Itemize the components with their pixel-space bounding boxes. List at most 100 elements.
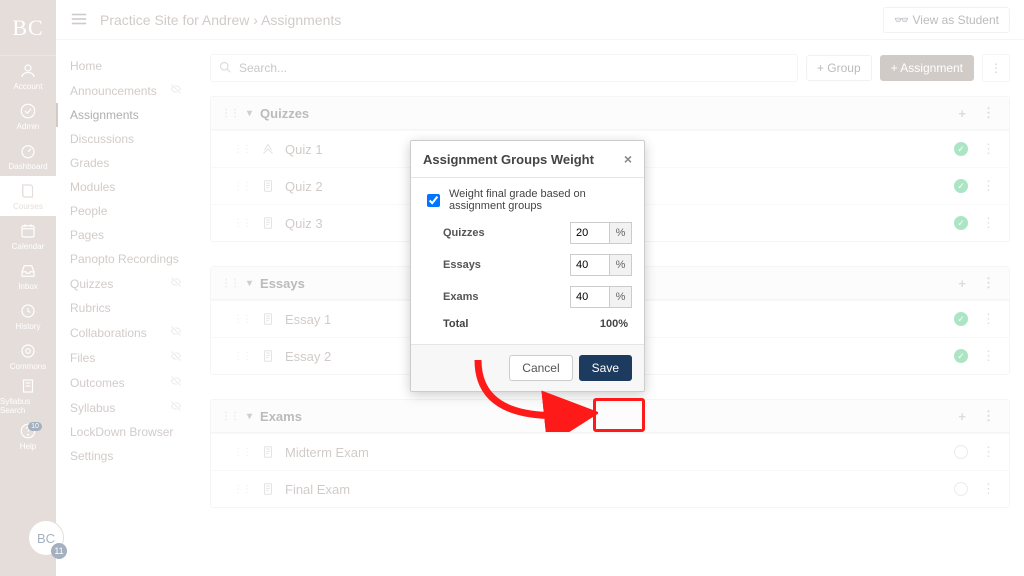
caret-down-icon[interactable]: ▾ (247, 411, 252, 422)
drag-handle-icon[interactable]: ⋮⋮ (233, 218, 251, 229)
item-menu-icon[interactable]: ⋮ (978, 215, 999, 231)
course-nav-files[interactable]: Files (56, 345, 196, 370)
add-assignment-button[interactable]: + Assignment (880, 55, 974, 81)
cancel-button[interactable]: Cancel (509, 355, 572, 381)
course-nav-pages[interactable]: Pages (56, 223, 196, 247)
assignment-link[interactable]: Essay 2 (285, 349, 331, 364)
search-input[interactable] (237, 60, 789, 76)
weight-checkbox[interactable] (427, 194, 440, 207)
history-icon (19, 302, 37, 320)
drag-handle-icon[interactable]: ⋮⋮ (221, 411, 239, 422)
assignment-link[interactable]: Midterm Exam (285, 445, 369, 460)
course-nav-panopto-recordings[interactable]: Panopto Recordings (56, 247, 196, 271)
global-nav-calendar[interactable]: Calendar (0, 216, 56, 256)
weight-input[interactable] (570, 286, 610, 308)
publish-toggle[interactable]: ✓ (954, 312, 968, 326)
add-group-button[interactable]: + Group (806, 55, 872, 81)
global-nav-commons[interactable]: Commons (0, 336, 56, 376)
weight-input[interactable] (570, 254, 610, 276)
course-nav-grades[interactable]: Grades (56, 151, 196, 175)
more-options-button[interactable]: ⋮ (982, 54, 1010, 82)
assignment-search[interactable] (210, 54, 798, 82)
course-nav-home[interactable]: Home (56, 54, 196, 78)
breadcrumb-page: Assignments (261, 12, 341, 28)
publish-toggle[interactable] (954, 445, 968, 459)
assignment-link[interactable]: Final Exam (285, 482, 350, 497)
global-nav-history[interactable]: History (0, 296, 56, 336)
view-as-student-button[interactable]: 👓 View as Student (883, 7, 1010, 33)
group-header[interactable]: ⋮⋮▾Exams+⋮ (211, 400, 1009, 433)
inbox-icon (19, 262, 37, 280)
assignment-icon (261, 179, 275, 193)
logo[interactable]: BC (0, 0, 56, 56)
drag-handle-icon[interactable]: ⋮⋮ (233, 351, 251, 362)
save-button[interactable]: Save (579, 355, 632, 381)
course-nav-assignments[interactable]: Assignments (56, 103, 196, 127)
course-nav-modules[interactable]: Modules (56, 175, 196, 199)
course-nav-settings[interactable]: Settings (56, 444, 196, 468)
add-item-icon[interactable]: + (954, 276, 970, 291)
course-nav-quizzes[interactable]: Quizzes (56, 271, 196, 296)
group-menu-icon[interactable]: ⋮ (978, 105, 999, 121)
assignment-link[interactable]: Quiz 3 (285, 216, 323, 231)
course-nav-collaborations[interactable]: Collaborations (56, 320, 196, 345)
drag-handle-icon[interactable]: ⋮⋮ (221, 108, 239, 119)
help-floating-badge[interactable]: BC 11 (28, 520, 64, 556)
global-nav-dashboard[interactable]: Dashboard (0, 136, 56, 176)
percent-label: % (610, 286, 632, 308)
group-title: Essays (260, 276, 305, 291)
item-menu-icon[interactable]: ⋮ (978, 348, 999, 364)
item-menu-icon[interactable]: ⋮ (978, 481, 999, 497)
course-nav-outcomes[interactable]: Outcomes (56, 370, 196, 395)
global-nav-syllabus-search[interactable]: Syllabus Search (0, 376, 56, 416)
publish-toggle[interactable]: ✓ (954, 349, 968, 363)
item-menu-icon[interactable]: ⋮ (978, 141, 999, 157)
course-nav-lockdown-browser[interactable]: LockDown Browser (56, 420, 196, 444)
group-menu-icon[interactable]: ⋮ (978, 275, 999, 291)
drag-handle-icon[interactable]: ⋮⋮ (233, 447, 251, 458)
course-nav-syllabus[interactable]: Syllabus (56, 395, 196, 420)
course-nav-announcements[interactable]: Announcements (56, 78, 196, 103)
publish-toggle[interactable]: ✓ (954, 216, 968, 230)
course-nav: HomeAnnouncementsAssignmentsDiscussionsG… (56, 40, 196, 576)
group-header[interactable]: ⋮⋮▾Quizzes+⋮ (211, 97, 1009, 130)
drag-handle-icon[interactable]: ⋮⋮ (233, 484, 251, 495)
weight-toggle-row[interactable]: Weight final grade based on assignment g… (423, 188, 632, 212)
add-item-icon[interactable]: + (954, 106, 970, 121)
course-nav-people[interactable]: People (56, 199, 196, 223)
global-nav-inbox[interactable]: Inbox (0, 256, 56, 296)
drag-handle-icon[interactable]: ⋮⋮ (221, 278, 239, 289)
global-nav-help[interactable]: 10Help (0, 416, 56, 456)
assignment-link[interactable]: Quiz 2 (285, 179, 323, 194)
weight-input[interactable] (570, 222, 610, 244)
item-menu-icon[interactable]: ⋮ (978, 178, 999, 194)
weight-row: Essays% (443, 254, 632, 276)
menu-toggle-icon[interactable] (70, 10, 90, 30)
item-menu-icon[interactable]: ⋮ (978, 311, 999, 327)
add-item-icon[interactable]: + (954, 409, 970, 424)
group-menu-icon[interactable]: ⋮ (978, 408, 999, 424)
drag-handle-icon[interactable]: ⋮⋮ (233, 181, 251, 192)
page-header: Practice Site for Andrew › Assignments 👓… (56, 0, 1024, 40)
course-nav-rubrics[interactable]: Rubrics (56, 296, 196, 320)
global-nav-courses[interactable]: Courses (0, 176, 56, 216)
assignment-group: ⋮⋮▾Exams+⋮⋮⋮Midterm Exam⋮⋮⋮Final Exam⋮ (210, 399, 1010, 508)
assignment-icon (261, 216, 275, 230)
close-icon[interactable]: × (624, 151, 632, 167)
publish-toggle[interactable] (954, 482, 968, 496)
commons-icon (19, 342, 37, 360)
breadcrumb-course[interactable]: Practice Site for Andrew (100, 12, 249, 28)
publish-toggle[interactable]: ✓ (954, 142, 968, 156)
publish-toggle[interactable]: ✓ (954, 179, 968, 193)
drag-handle-icon[interactable]: ⋮⋮ (233, 314, 251, 325)
course-nav-discussions[interactable]: Discussions (56, 127, 196, 151)
assignment-groups-weight-modal: Assignment Groups Weight × Weight final … (410, 140, 645, 392)
global-nav-account[interactable]: Account (0, 56, 56, 96)
global-nav-admin[interactable]: Admin (0, 96, 56, 136)
drag-handle-icon[interactable]: ⋮⋮ (233, 144, 251, 155)
assignment-link[interactable]: Quiz 1 (285, 142, 323, 157)
caret-down-icon[interactable]: ▾ (247, 108, 252, 119)
caret-down-icon[interactable]: ▾ (247, 278, 252, 289)
item-menu-icon[interactable]: ⋮ (978, 444, 999, 460)
assignment-link[interactable]: Essay 1 (285, 312, 331, 327)
